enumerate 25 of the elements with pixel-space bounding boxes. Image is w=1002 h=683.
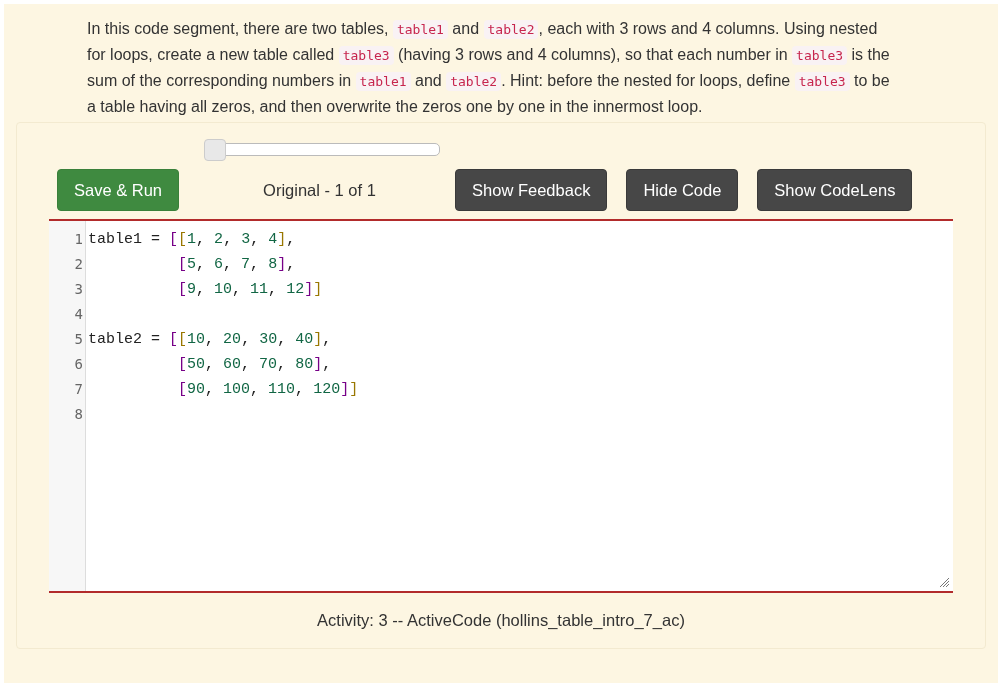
code-line: table1 = [[1, 2, 3, 4], xyxy=(88,230,297,250)
activity-caption: Activity: 3 -- ActiveCode (hollins_table_intro_7_ac) xyxy=(316,611,686,630)
instructions-paragraph: In this code segment, there are two tables, table1 and table2 , each with 3 rows and 4 columns. Using nested for loops, create a new table called table3 (having 3 rows and 4 columns), so that each number in table3 is the sum of the corresponding numbers in table1 and table2 . Hint: before the nested for loops, define table3 to be a table having all zeros, and then overwrite the zeros one by one in the innermost loop. xyxy=(87,19,891,117)
line-number: 8 xyxy=(73,405,84,424)
line-number: 6 xyxy=(73,355,84,374)
line-number: 2 xyxy=(73,255,84,274)
code-line: [9, 10, 11, 12]] xyxy=(177,280,324,300)
version-label: Original - 1 of 1 xyxy=(263,180,377,200)
slider-thumb[interactable] xyxy=(204,139,226,161)
code-editor[interactable]: 1 2 3 4 5 6 7 8 table1 = [[1, 2, 3, 4], [5, 6, 7, 8], [9, 10, 11, 12]] table2 = [[10, 20, 30, 40], [50, 60, 70, 80], [90, 100, 110, 120]] xyxy=(49,219,953,593)
resize-grip-icon[interactable] xyxy=(940,578,949,587)
save-run-button[interactable]: Save & Run xyxy=(57,169,180,211)
line-number: 4 xyxy=(73,305,84,324)
code-line: table2 = [[10, 20, 30, 40], xyxy=(88,330,333,350)
code-line: [50, 60, 70, 80], xyxy=(177,355,333,375)
line-number: 3 xyxy=(73,280,84,299)
toolbar-button[interactable]: Hide Code xyxy=(626,169,739,211)
code-line: [90, 100, 110, 120]] xyxy=(177,380,359,400)
line-number: 1 xyxy=(73,230,84,249)
line-number: 5 xyxy=(73,330,84,349)
toolbar-button[interactable]: Show Feedback xyxy=(455,169,608,211)
toolbar-button[interactable]: Show CodeLens xyxy=(757,169,913,211)
history-slider[interactable] xyxy=(204,139,440,161)
code-line: [5, 6, 7, 8], xyxy=(177,255,297,275)
line-number: 7 xyxy=(73,380,84,399)
